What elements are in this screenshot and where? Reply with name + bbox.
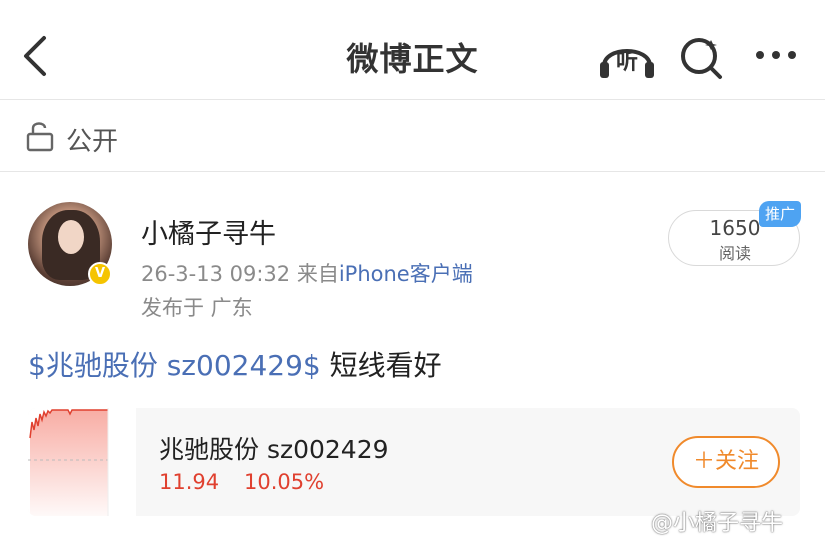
search-icon — [681, 38, 722, 79]
unlock-icon — [26, 122, 54, 152]
stock-change: 10.05% — [244, 470, 325, 494]
follow-button[interactable]: ＋关注 — [672, 436, 780, 488]
post-location: 发布于 广东 — [141, 296, 253, 320]
stock-price: 11.94 — [159, 470, 220, 494]
post-text: 短线看好 — [320, 349, 442, 382]
listen-label: 听 — [615, 50, 638, 75]
author-name[interactable]: 小橘子寻牛 — [141, 212, 276, 251]
more-button[interactable] — [754, 40, 802, 70]
stock-tag-link[interactable]: $兆驰股份 sz002429$ — [28, 349, 321, 382]
visibility-row: 公开 — [0, 101, 825, 172]
listen-button[interactable]: 听 — [598, 36, 656, 80]
post-source[interactable]: iPhone客户端 — [339, 262, 473, 286]
read-label: 阅读 — [718, 244, 751, 263]
promote-badge[interactable]: 推广 — [759, 201, 801, 227]
stock-card[interactable]: 兆驰股份 sz002429 11.94 10.05% ＋关注 — [28, 408, 800, 516]
stock-sparkline — [28, 408, 136, 516]
more-dots-icon — [756, 51, 796, 59]
watermark: @小橘子寻牛 — [651, 511, 784, 536]
post-meta: 26-3-13 09:32 来自iPhone客户端 — [141, 258, 473, 288]
post-content: $兆驰股份 sz002429$ 短线看好 — [28, 344, 442, 384]
top-nav-bar: 微博正文 听 — [0, 0, 825, 100]
post-time: 26-3-13 09:32 — [141, 262, 291, 286]
source-prefix: 来自 — [296, 262, 339, 286]
visibility-label: 公开 — [66, 127, 119, 157]
verified-badge-icon: V — [88, 262, 112, 286]
search-button[interactable] — [678, 34, 726, 82]
stock-name: 兆驰股份 sz002429 — [159, 435, 389, 464]
